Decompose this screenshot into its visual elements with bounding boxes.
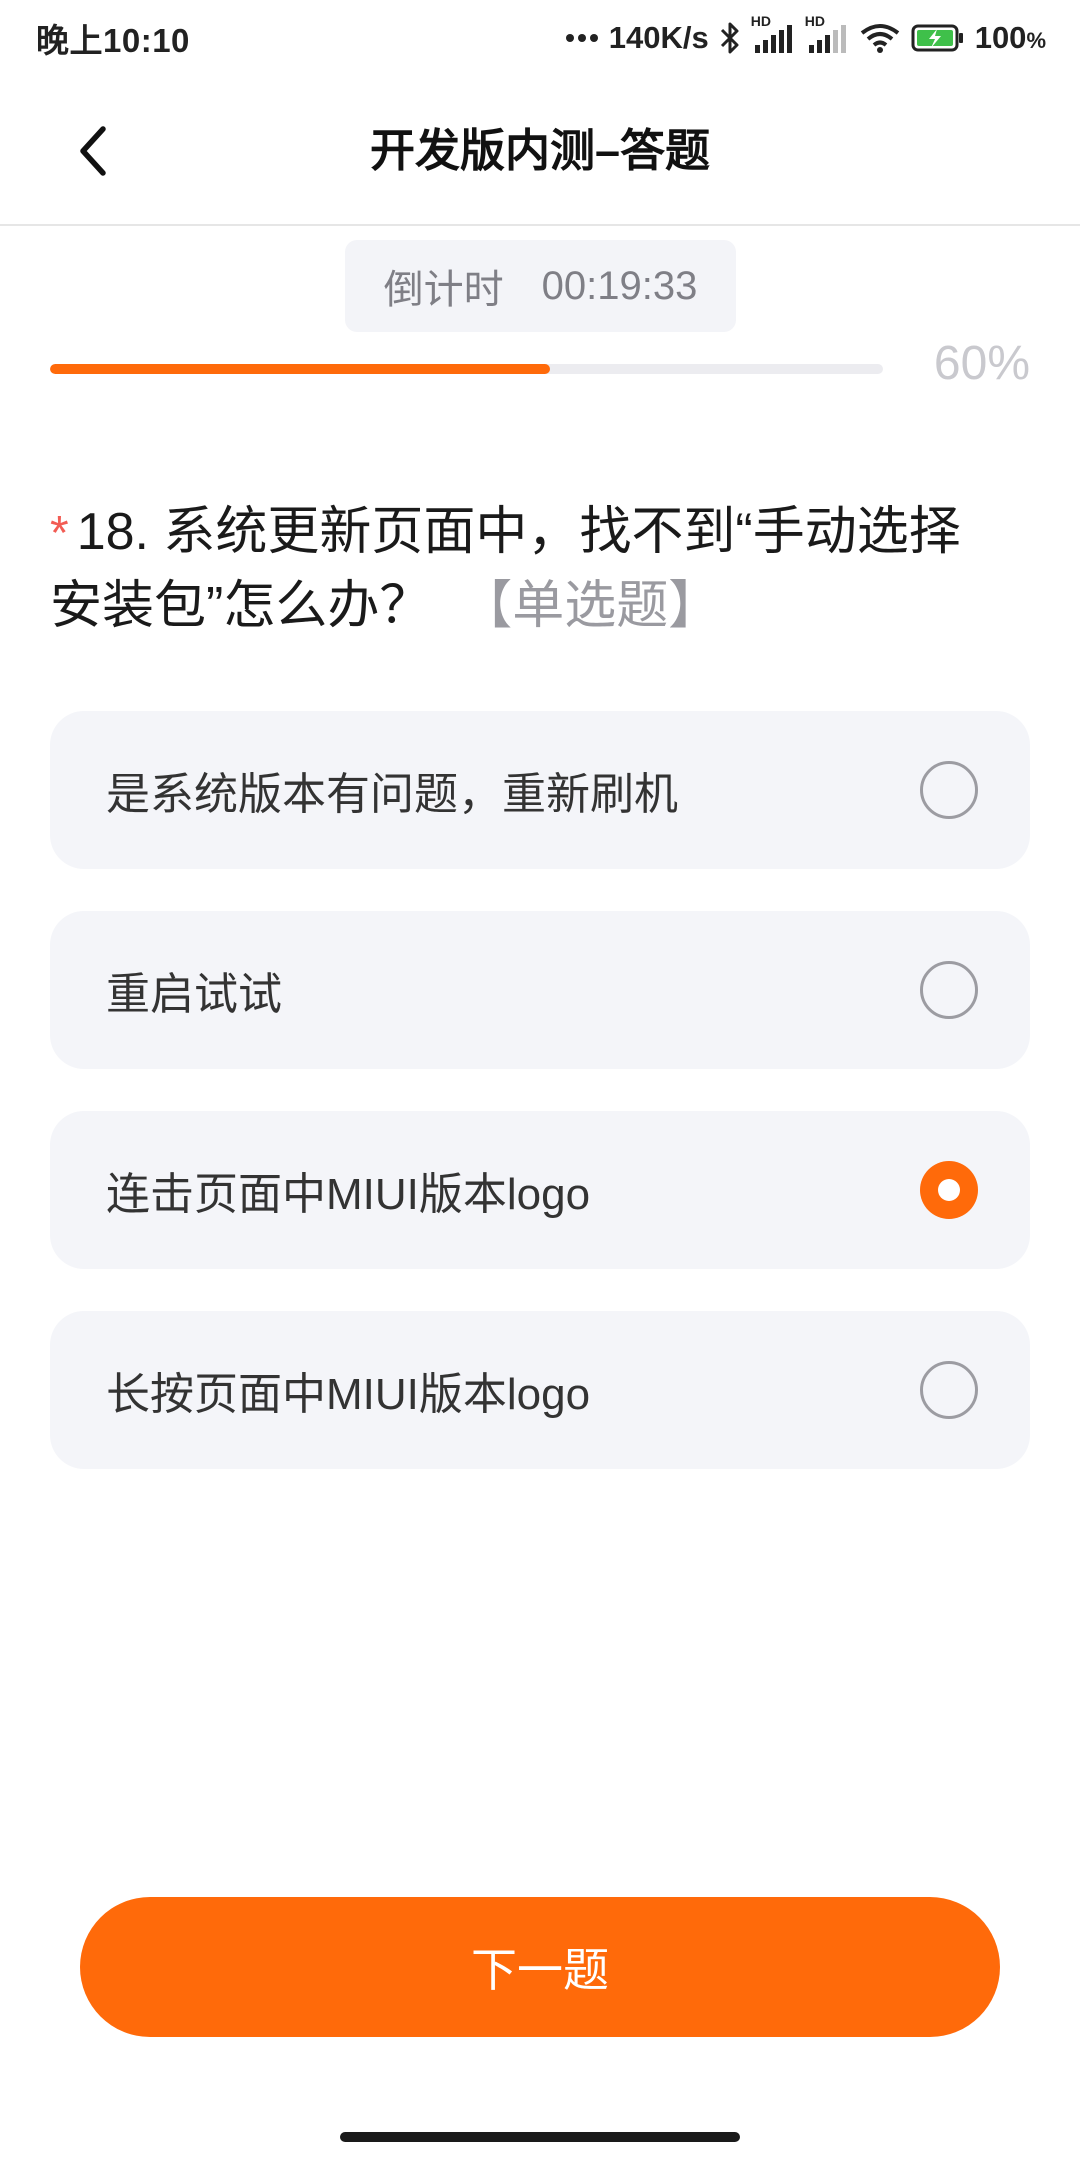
radio-button[interactable]: [920, 1161, 978, 1219]
status-icons: 140K/s HD HD 100%: [565, 13, 1046, 56]
battery-unit: %: [1026, 28, 1046, 53]
option-item[interactable]: 重启试试: [50, 911, 1030, 1069]
nav-bar: 开发版内测–答题: [0, 76, 1080, 226]
countdown-chip: 倒计时 00:19:33: [345, 240, 736, 332]
home-indicator: [340, 2132, 740, 2142]
countdown-value: 00:19:33: [541, 263, 698, 308]
radio-button[interactable]: [920, 1361, 978, 1419]
signal-icon-2: HD: [805, 13, 849, 55]
page-title: 开发版内测–答题: [369, 125, 711, 176]
option-label: 长按页面中MIUI版本logo: [106, 1370, 591, 1419]
wifi-icon: [859, 21, 901, 55]
chevron-left-icon: [80, 126, 106, 176]
bluetooth-icon: [719, 21, 741, 55]
next-question-button[interactable]: 下一题: [80, 1897, 1000, 2037]
question-type: 【单选题】: [431, 577, 720, 635]
progress-fill: [50, 364, 550, 374]
progress-bar: [50, 364, 883, 374]
status-bar: 晚上10:10 140K/s HD HD 100%: [0, 0, 1080, 76]
option-item[interactable]: 长按页面中MIUI版本logo: [50, 1311, 1030, 1469]
option-label: 重启试试: [106, 970, 282, 1019]
status-time: 晚上10:10: [36, 22, 190, 59]
option-label: 连击页面中MIUI版本logo: [106, 1170, 591, 1219]
options-list: 是系统版本有问题，重新刷机 重启试试 连击页面中MIUI版本logo 长按页面中…: [50, 711, 1030, 1511]
dots-icon: [565, 33, 599, 43]
countdown-label: 倒计时: [383, 268, 504, 312]
battery-icon: [911, 23, 965, 53]
net-speed: 140K/s: [608, 20, 709, 55]
option-item[interactable]: 连击页面中MIUI版本logo: [50, 1111, 1030, 1269]
signal-hd-label: HD: [804, 13, 825, 29]
radio-button[interactable]: [920, 761, 978, 819]
option-label: 是系统版本有问题，重新刷机: [106, 770, 678, 819]
battery-value: 100: [974, 20, 1027, 55]
battery-percent: 100%: [975, 20, 1046, 56]
question-type-label: 【单选题】: [460, 577, 721, 635]
signal-icon-1: HD: [751, 13, 795, 55]
question-text: * 18. 系统更新页面中，找不到“手动选择安装包”怎么办？ 【单选题】: [50, 496, 1010, 642]
radio-button[interactable]: [920, 961, 978, 1019]
back-button[interactable]: [58, 116, 128, 186]
signal-hd-label: HD: [750, 13, 771, 29]
option-item[interactable]: 是系统版本有问题，重新刷机: [50, 711, 1030, 869]
required-mark: *: [50, 507, 69, 560]
progress-percent: 60%: [933, 337, 1030, 390]
